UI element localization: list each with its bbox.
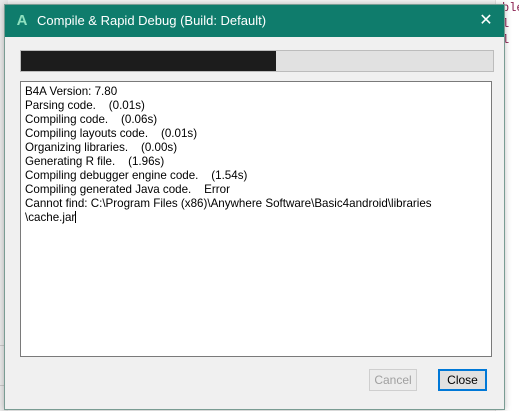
- log-line: Compiling layouts code. (0.01s): [25, 127, 198, 140]
- log-line: Compiling code. (0.06s): [25, 113, 158, 126]
- cancel-button[interactable]: Cancel: [369, 369, 417, 391]
- log-line: Compiling debugger engine code. (1.54s): [25, 169, 248, 182]
- log-line: Compiling generated Java code. Error: [25, 183, 230, 196]
- compile-log-output[interactable]: B4A Version: 7.80 Parsing code. (0.01s) …: [20, 81, 492, 357]
- close-icon[interactable]: ✕: [476, 11, 496, 31]
- log-line-text: \cache.jar: [25, 211, 76, 224]
- title-bar[interactable]: A Compile & Rapid Debug (Build: Default)…: [5, 5, 504, 37]
- compile-dialog: A Compile & Rapid Debug (Build: Default)…: [4, 4, 505, 410]
- log-line: B4A Version: 7.80: [25, 85, 118, 98]
- close-button[interactable]: Close: [438, 369, 487, 391]
- b4a-app-icon: A: [16, 12, 28, 29]
- log-line-last: \cache.jar: [25, 211, 487, 225]
- progress-bar: [20, 50, 494, 72]
- log-line: Cannot find: C:\Program Files (x86)\Anyw…: [25, 197, 432, 210]
- log-line: Generating R file. (1.96s): [25, 155, 165, 168]
- progress-fill: [21, 51, 276, 71]
- log-line: Parsing code. (0.01s): [25, 99, 145, 112]
- window-title: Compile & Rapid Debug (Build: Default): [37, 13, 267, 28]
- log-line: Organizing libraries. (0.00s): [25, 141, 178, 154]
- text-caret: [75, 211, 77, 223]
